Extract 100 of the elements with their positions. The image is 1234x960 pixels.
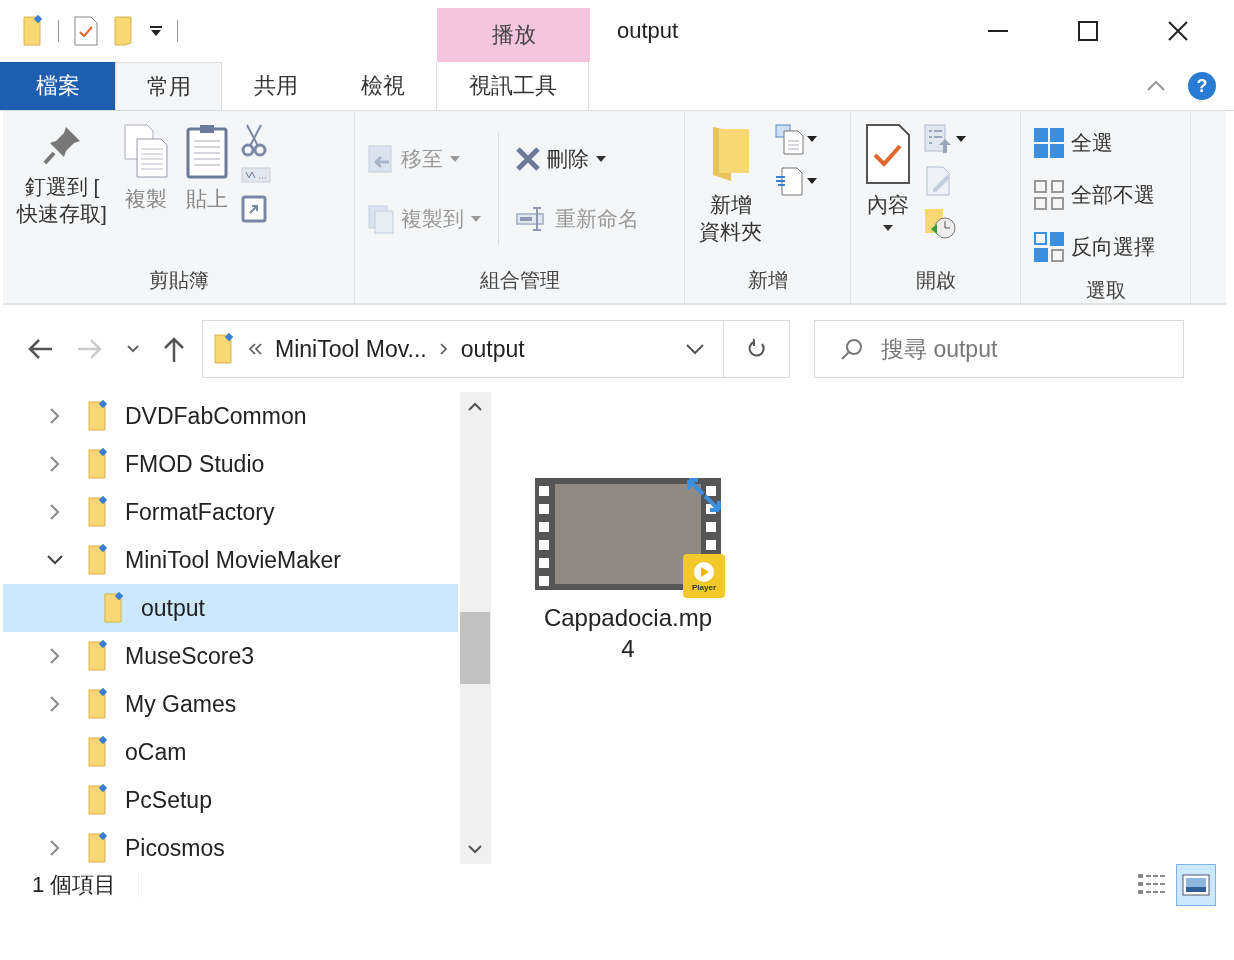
search-field[interactable]: 搜尋 output [814, 320, 1184, 378]
folder-icon [87, 736, 109, 768]
ribbon-button[interactable]: 反向選擇 [1031, 223, 1157, 271]
delete-x-icon [515, 146, 541, 172]
easy-access-icon[interactable] [774, 165, 804, 197]
ribbon-tab[interactable]: 共用 [222, 62, 329, 110]
chevron-down-icon[interactable] [126, 344, 140, 354]
help-button[interactable]: ? [1188, 72, 1216, 100]
chevron-right-icon[interactable] [49, 455, 61, 473]
refresh-button[interactable] [724, 320, 790, 378]
item-count: 1 個項目 [32, 871, 117, 899]
breadcrumb-chevron-icon [438, 342, 449, 356]
breadcrumb[interactable]: output [460, 335, 525, 363]
search-icon [840, 337, 864, 361]
scissors-icon[interactable] [240, 123, 267, 157]
tree-item-label: Picosmos [125, 834, 225, 862]
tree-item-label: FormatFactory [125, 498, 275, 526]
button-label: 複製 [124, 186, 167, 212]
folder-icon [87, 640, 109, 672]
tree-item-label: oCam [125, 738, 187, 766]
chevron-right-icon[interactable] [49, 647, 61, 665]
ribbon-button[interactable]: 釘選到 [ 快速存取] [13, 119, 111, 261]
expand-arrows-icon [687, 478, 721, 512]
button-label: 移至 [401, 146, 443, 172]
tree-item[interactable]: Picosmos [3, 824, 458, 872]
collapse-caret-icon[interactable] [1146, 80, 1166, 92]
chevron-down-icon[interactable] [685, 343, 705, 355]
contextual-tab-group: 播放 [437, 8, 590, 62]
view-toggle-button[interactable] [1176, 864, 1216, 906]
scroll-up-icon[interactable] [467, 402, 483, 412]
chevron-right-icon[interactable] [49, 503, 61, 521]
button-label: 釘選到 [ [24, 174, 100, 200]
folder-icon [103, 592, 125, 624]
chevron-right-icon[interactable] [49, 407, 61, 425]
overflow-chevrons-icon [247, 342, 263, 356]
button-label: 反向選擇 [1071, 234, 1155, 260]
badge-label: Player [692, 582, 716, 592]
up-arrow-icon[interactable] [162, 335, 186, 363]
scrollbar[interactable] [460, 392, 490, 864]
ribbon-group-label: 開啟 [914, 268, 957, 293]
tree-item-label: PcSetup [125, 786, 212, 814]
folder-icon [87, 448, 109, 480]
scroll-down-icon[interactable] [467, 844, 483, 854]
ribbon-group-label: 組合管理 [478, 268, 561, 293]
file-item[interactable]: Player Cappadocia.mp4 [535, 478, 721, 665]
ribbon-tab[interactable]: 檢視 [329, 62, 436, 110]
ribbon-button[interactable]: 全選 [1031, 119, 1157, 167]
dropdown-caret-icon[interactable] [806, 177, 818, 185]
ribbon-button[interactable]: 內容 [861, 119, 915, 261]
button-label: 全選 [1071, 130, 1113, 156]
button-label: 資料夾 [699, 219, 762, 246]
tree-item[interactable]: DVDFabCommon [3, 392, 458, 440]
path-label-icon[interactable] [240, 167, 271, 183]
button-label: 內容 [867, 192, 909, 218]
tree-item[interactable]: PcSetup [3, 776, 458, 824]
address-field[interactable]: MiniTool Mov... output [202, 320, 724, 378]
file-name: Cappadocia.mp4 [542, 603, 714, 665]
back-arrow-icon[interactable] [26, 337, 54, 361]
checkmark-document-icon [865, 123, 911, 185]
folder-icon [87, 544, 109, 576]
scrollbar-thumb[interactable] [460, 612, 490, 684]
ribbon-button[interactable]: 新增 資料夾 [695, 119, 766, 261]
ribbon-group-label: 剪貼簿 [147, 268, 210, 293]
ribbon-button[interactable]: 刪除 [513, 135, 641, 183]
ribbon-tab[interactable]: 檔案 [0, 62, 115, 110]
breadcrumb[interactable]: MiniTool Mov... [275, 335, 427, 363]
tree-item-label: output [141, 594, 205, 622]
tree-item[interactable]: MuseScore3 [3, 632, 458, 680]
tree-item-label: DVDFabCommon [125, 402, 307, 430]
history-icon[interactable] [923, 207, 957, 239]
folder-icon[interactable] [22, 15, 44, 47]
folder-icon [87, 688, 109, 720]
tree-item[interactable]: MiniTool MovieMaker [3, 536, 458, 584]
folder-icon [87, 496, 109, 528]
ribbon-group-label: 選取 [1084, 278, 1127, 303]
chevron-right-icon[interactable] [49, 695, 61, 713]
checkmark-document-icon[interactable] [73, 15, 99, 47]
dropdown-caret-icon[interactable] [955, 135, 967, 143]
tree-item[interactable]: FMOD Studio [3, 440, 458, 488]
maximize-icon[interactable] [1077, 20, 1099, 42]
chevron-right-icon[interactable] [49, 839, 61, 857]
ribbon-tab[interactable]: 常用 [115, 62, 222, 110]
tree-item[interactable]: FormatFactory [3, 488, 458, 536]
dropdown-caret-icon[interactable] [806, 135, 818, 143]
folder-icon [213, 333, 235, 365]
play-icon [693, 560, 715, 583]
select-all-icon [1033, 127, 1065, 159]
tree-item[interactable]: oCam [3, 728, 458, 776]
button-label: 複製到 [401, 206, 464, 232]
tree-item[interactable]: output [3, 584, 458, 632]
clipboard-icon [184, 123, 229, 179]
tree-item[interactable]: My Games [3, 680, 458, 728]
dropdown-icon[interactable] [149, 24, 163, 38]
ribbon-group-label: 新增 [746, 268, 789, 293]
button-label: 刪除 [547, 146, 589, 172]
close-icon[interactable] [1167, 20, 1189, 42]
select-none-icon [1033, 179, 1065, 211]
ribbon-button[interactable]: 全部不選 [1031, 171, 1157, 219]
ribbon-tab[interactable]: 視訊工具 [436, 62, 589, 110]
chevron-down-icon[interactable] [46, 554, 64, 566]
